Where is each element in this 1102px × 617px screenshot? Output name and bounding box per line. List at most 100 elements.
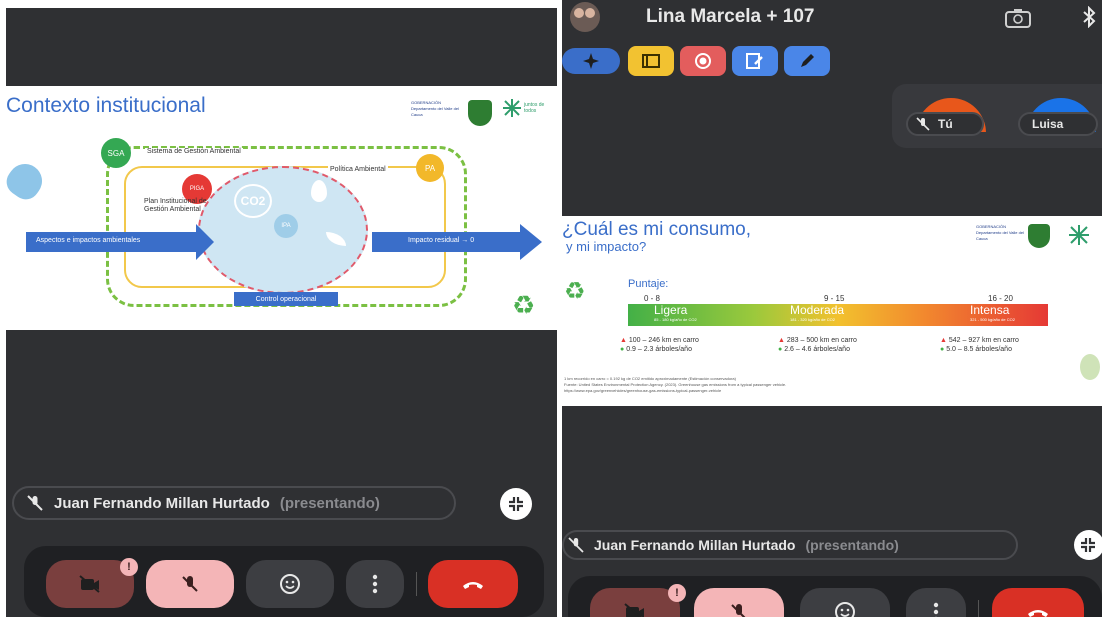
mic-off-button[interactable] — [694, 588, 784, 617]
stats-mid: ▲ 283 – 500 km en carro ● 2.6 – 4.6 árbo… — [778, 337, 857, 353]
slide-title: ¿Cuál es mi consumo, y mi impacto? — [562, 219, 752, 254]
presenter-name: Juan Fernando Millan Hurtado — [594, 537, 796, 553]
gemini-button[interactable] — [562, 48, 620, 74]
recycle-icon: ♻ — [564, 278, 586, 305]
gobernacion-logo: GOBERNACIÓN Departamento del Valle del C… — [976, 224, 1024, 241]
more-vert-icon — [933, 602, 939, 617]
exit-fullscreen-icon — [508, 496, 524, 512]
co2-label: CO2 — [234, 184, 272, 218]
annotate-button[interactable] — [784, 46, 830, 76]
avatar — [585, 8, 595, 18]
smiley-icon — [279, 573, 301, 595]
range-high: 16 - 20 — [988, 294, 1013, 303]
left-arrow-head — [196, 224, 214, 260]
phone-hangup-icon — [1026, 606, 1050, 617]
right-arrow-label: Impacto residual → 0 — [408, 237, 475, 244]
camera-off-button[interactable] — [590, 588, 680, 617]
presenter-suffix: (presentando) — [805, 537, 899, 553]
left-meeting-screen: Contexto institucional GOBERNACIÓN Depar… — [6, 8, 557, 617]
luisa-name-pill: Luisa — [1018, 112, 1098, 136]
level-moderada: Moderada 181 - 320 kg/año de CO2 — [790, 303, 845, 323]
header-bar: Lina Marcela + 107 — [562, 0, 1102, 36]
pa-label: Política Ambiental — [328, 166, 388, 173]
emoji-reaction-button[interactable] — [246, 560, 334, 608]
plan-label: Plan Institucional de Gestión Ambiental — [144, 198, 207, 213]
participant-name: Luisa — [1032, 117, 1064, 131]
juntos-logo: juntos de todos — [502, 98, 550, 126]
shield-logo-icon — [468, 100, 492, 126]
control-label: Control operacional — [234, 292, 338, 306]
participant-tiles: Tú Luisa — [892, 84, 1102, 148]
call-controls: ! — [568, 576, 1102, 617]
exit-fullscreen-button[interactable] — [1074, 530, 1102, 560]
whiteboard-button[interactable] — [732, 46, 778, 76]
presenter-name-pill: Juan Fernando Millan Hurtado (presentand… — [12, 486, 456, 520]
presenter-name: Juan Fernando Millan Hurtado — [54, 494, 270, 512]
mic-off-button[interactable] — [146, 560, 234, 608]
participant-name: Tú — [938, 117, 953, 131]
exit-fullscreen-button[interactable] — [500, 488, 532, 520]
car-icon: ▲ — [620, 337, 627, 344]
mic-off-icon — [26, 494, 44, 512]
right-meeting-screen: Lina Marcela + 107 Tú Luisa ¿Cuál es mi … — [562, 0, 1102, 617]
sga-badge: SGA — [101, 138, 131, 168]
avatar — [574, 8, 584, 18]
call-controls: ! — [24, 546, 544, 617]
more-options-button[interactable] — [346, 560, 404, 608]
tree-icon: ● — [620, 346, 625, 353]
switch-camera-button[interactable] — [1005, 8, 1031, 28]
juntos-star-icon — [1068, 224, 1090, 251]
take-notes-button[interactable] — [628, 46, 674, 76]
camera-alert-badge: ! — [668, 584, 686, 602]
emoji-reaction-button[interactable] — [800, 588, 890, 617]
stats-high: ▲ 542 – 927 km en carro ● 5.0 – 8.5 árbo… — [940, 337, 1019, 353]
phone-hangup-icon — [461, 578, 485, 590]
record-icon — [695, 53, 711, 69]
ipa-label: IPA — [274, 214, 298, 238]
participants-avatar-group[interactable] — [570, 2, 600, 32]
car-icon: ▲ — [940, 337, 947, 344]
pencil-icon — [799, 53, 815, 69]
sga-label: Sistema de Gestión Ambiental — [145, 148, 243, 155]
pa-badge: PA — [416, 154, 444, 182]
self-name-pill: Tú — [906, 112, 984, 136]
presenter-suffix: (presentando) — [279, 494, 380, 512]
sparkle-icon — [583, 53, 599, 69]
camera-alert-badge: ! — [120, 558, 138, 576]
range-mid: 9 - 15 — [824, 294, 845, 303]
footnotes: 1 km recorrido en carro = 0.192 kg de CO… — [564, 376, 787, 393]
mic-off-icon — [916, 117, 930, 131]
recycle-icon: ♻ — [512, 290, 536, 320]
record-button[interactable] — [680, 46, 726, 76]
gobernacion-logo: GOBERNACIÓN Departamento del Valle del C… — [411, 100, 459, 117]
puntaje-label: Puntaje: — [628, 278, 669, 290]
hang-up-button[interactable] — [428, 560, 518, 608]
more-vert-icon — [372, 574, 378, 594]
meeting-title[interactable]: Lina Marcela + 107 — [646, 6, 814, 28]
plant-icon — [1080, 354, 1100, 380]
shared-slide-consumo: ¿Cuál es mi consumo, y mi impacto? GOBER… — [562, 216, 1102, 406]
mic-off-icon — [729, 602, 749, 617]
camera-off-icon — [624, 603, 646, 617]
mic-off-icon — [568, 537, 584, 553]
mic-off-icon — [180, 574, 200, 594]
smiley-icon — [834, 601, 856, 617]
whiteboard-icon — [746, 53, 764, 69]
bluetooth-button[interactable] — [1082, 6, 1096, 28]
notes-icon — [642, 54, 660, 68]
camera-switch-icon — [1005, 8, 1031, 28]
bluetooth-icon — [1082, 6, 1096, 28]
more-options-button[interactable] — [906, 588, 966, 617]
shared-slide-contexto: Contexto institucional GOBERNACIÓN Depar… — [6, 86, 557, 330]
slide-title: Contexto institucional — [6, 94, 206, 117]
camera-off-icon — [79, 575, 101, 593]
hang-up-button[interactable] — [992, 588, 1084, 617]
juntos-star-icon — [503, 99, 521, 117]
stats-low: ▲ 100 – 246 km en carro ● 0.9 – 2.3 árbo… — [620, 337, 699, 353]
level-intensa: Intensa 321 - 500 kg/año de CO2 — [970, 303, 1015, 323]
controls-divider — [978, 600, 979, 617]
activity-toolbar — [562, 46, 862, 76]
right-arrow-head — [520, 224, 542, 260]
tree-icon: ● — [778, 346, 783, 353]
presenter-name-pill: Juan Fernando Millan Hurtado (presentand… — [562, 530, 1018, 560]
